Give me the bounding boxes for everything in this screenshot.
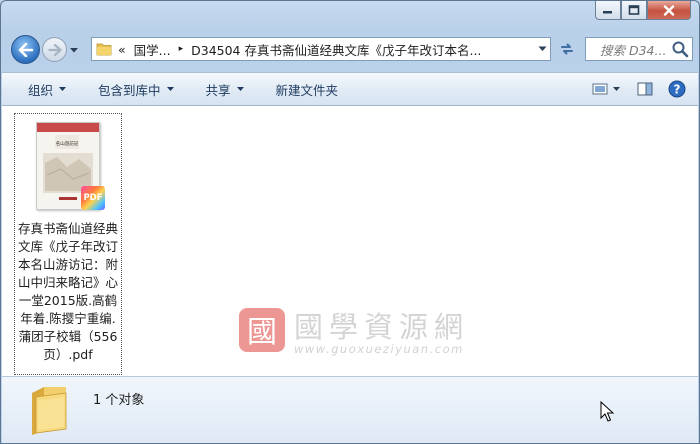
svg-text:國: 國: [247, 315, 277, 350]
address-overflow-chevron[interactable]: «: [118, 42, 126, 57]
explorer-window: « 国学... ▸ D34504 存真书斋仙道经典文库《戊子年改订本名... 搜…: [0, 0, 700, 444]
command-toolbar: 组织 包含到库中 共享 新建文件夹 ?: [2, 72, 698, 106]
breadcrumb-current[interactable]: D34504 存真书斋仙道经典文库《戊子年改订本名...: [191, 40, 481, 59]
help-icon: ?: [668, 80, 686, 98]
share-button[interactable]: 共享: [186, 73, 256, 105]
chevron-down-icon: [236, 87, 244, 91]
forward-button[interactable]: [42, 37, 67, 62]
breadcrumb-separator[interactable]: ▸: [179, 44, 184, 54]
watermark-logo-icon: 國: [239, 308, 285, 352]
view-options-button[interactable]: [590, 79, 624, 99]
maximize-icon: [628, 5, 640, 15]
forward-arrow-icon: [47, 43, 62, 56]
file-item[interactable]: 名山遊訪記 PDF 存真书斋仙道经典文库《戊子年改订本名山游访记：附山中归来略记…: [14, 113, 122, 375]
file-name-label[interactable]: 存真书斋仙道经典文库《戊子年改订本名山游访记：附山中归来略记》心一堂2015版.…: [15, 220, 121, 364]
recent-pages-dropdown[interactable]: [69, 44, 79, 54]
toolbar-right-group: ?: [590, 79, 698, 99]
breadcrumb-parent[interactable]: 国学...: [134, 40, 171, 59]
refresh-button[interactable]: [555, 37, 579, 61]
chevron-down-icon: [166, 87, 174, 91]
minimize-icon: [603, 11, 612, 14]
organize-label: 组织: [28, 82, 54, 98]
navigation-bar: « 国学... ▸ D34504 存真书斋仙道经典文库《戊子年改订本名... 搜…: [9, 34, 693, 64]
search-input[interactable]: 搜索 D34...: [585, 37, 693, 61]
chevron-down-icon: [538, 46, 547, 51]
refresh-icon: [561, 43, 573, 55]
help-button[interactable]: ?: [666, 79, 688, 99]
address-history-dropdown[interactable]: [534, 38, 550, 60]
search-icon[interactable]: [671, 40, 689, 58]
file-list-pane[interactable]: 名山遊訪記 PDF 存真书斋仙道经典文库《戊子年改订本名山游访记：附山中归来略记…: [2, 106, 698, 376]
watermark-url: www.guoxueziyuan.com: [294, 342, 464, 356]
preview-pane-icon: [637, 82, 653, 96]
back-arrow-icon: [18, 42, 33, 57]
share-label: 共享: [205, 82, 231, 98]
include-in-library-button[interactable]: 包含到库中: [78, 73, 186, 105]
view-options-icon: [592, 83, 620, 95]
include-in-library-label: 包含到库中: [98, 82, 161, 98]
preview-pane-button[interactable]: [634, 79, 656, 99]
address-bar[interactable]: « 国学... ▸ D34504 存真书斋仙道经典文库《戊子年改订本名...: [91, 37, 551, 61]
folder-icon: [32, 387, 67, 435]
svg-text:?: ?: [674, 82, 681, 96]
chevron-down-icon: [59, 87, 67, 91]
search-placeholder: 搜索 D34...: [600, 42, 667, 58]
cover-title: 名山遊訪記: [56, 140, 79, 147]
close-icon: [663, 4, 675, 16]
folder-icon: [96, 43, 112, 56]
chevron-down-icon: [70, 48, 78, 53]
caption-buttons: [595, 1, 691, 20]
details-pane: 1 个对象: [2, 376, 698, 443]
organize-button[interactable]: 组织: [2, 73, 78, 105]
maximize-button[interactable]: [621, 1, 647, 20]
mouse-cursor-icon: [600, 401, 614, 422]
close-button[interactable]: [647, 1, 691, 20]
minimize-button[interactable]: [595, 1, 621, 20]
new-folder-label: 新建文件夹: [275, 82, 339, 98]
pdf-file-icon: PDF: [81, 186, 105, 210]
back-button[interactable]: [11, 35, 40, 64]
watermark-title: 國學資源網: [294, 310, 470, 344]
item-count: 1 个对象: [93, 393, 145, 408]
new-folder-button[interactable]: 新建文件夹: [256, 73, 351, 105]
